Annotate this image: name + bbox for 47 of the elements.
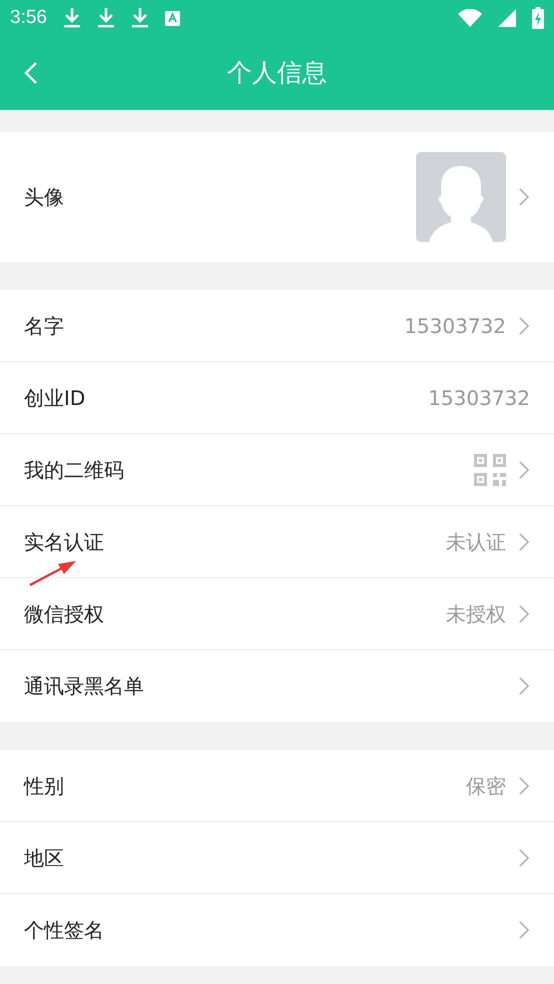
settings-row[interactable]: 个性签名	[0, 894, 554, 966]
row-value: 15303732	[428, 384, 530, 412]
row-value: 未授权	[446, 600, 506, 628]
chevron-right-icon	[518, 776, 530, 796]
settings-row[interactable]: 通讯录黑名单	[0, 650, 554, 722]
row-label: 地区	[24, 844, 64, 872]
settings-row[interactable]: 实名认证 未认证	[0, 506, 554, 578]
download-icon	[62, 7, 81, 29]
row-value: 未认证	[446, 528, 506, 556]
avatar-placeholder-icon	[416, 152, 506, 242]
row-label: 头像	[24, 184, 64, 211]
row-label: 性别	[24, 772, 64, 800]
row-label: 微信授权	[24, 600, 104, 628]
row-label: 名字	[24, 312, 64, 340]
settings-row[interactable]: 微信授权 未授权	[0, 578, 554, 650]
settings-row[interactable]: 创业ID 15303732	[0, 362, 554, 434]
settings-row[interactable]: 性别 保密	[0, 750, 554, 822]
download-icon	[96, 7, 115, 29]
signal-icon	[498, 9, 516, 27]
back-icon	[24, 61, 38, 85]
row-label: 实名认证	[24, 528, 104, 556]
row-label: 通讯录黑名单	[24, 673, 144, 700]
wifi-icon	[458, 9, 482, 27]
row-value: 保密	[466, 772, 506, 800]
settings-row[interactable]: 名字 15303732	[0, 290, 554, 362]
chevron-right-icon	[518, 920, 530, 940]
page-title: 个人信息	[227, 57, 327, 90]
avatar-row[interactable]: 头像	[0, 132, 554, 262]
settings-row[interactable]: 我的二维码	[0, 434, 554, 506]
row-value: 15303732	[404, 312, 506, 340]
chevron-right-icon	[518, 460, 530, 480]
chevron-right-icon	[518, 604, 530, 624]
settings-row[interactable]: 地区	[0, 822, 554, 894]
keyboard-app-icon	[164, 10, 180, 26]
chevron-right-icon	[518, 676, 530, 696]
download-icon	[130, 7, 149, 29]
row-label: 个性签名	[24, 917, 104, 944]
chevron-right-icon	[518, 187, 530, 207]
row-label: 我的二维码	[24, 456, 124, 484]
status-time: 3:56	[10, 6, 47, 30]
qr-code-icon	[474, 454, 506, 486]
row-label: 创业ID	[24, 384, 86, 412]
chevron-right-icon	[518, 316, 530, 336]
battery-charging-icon	[532, 7, 544, 29]
chevron-right-icon	[518, 532, 530, 552]
annotation-arrow-drawing	[28, 560, 78, 586]
chevron-right-icon	[518, 848, 530, 868]
